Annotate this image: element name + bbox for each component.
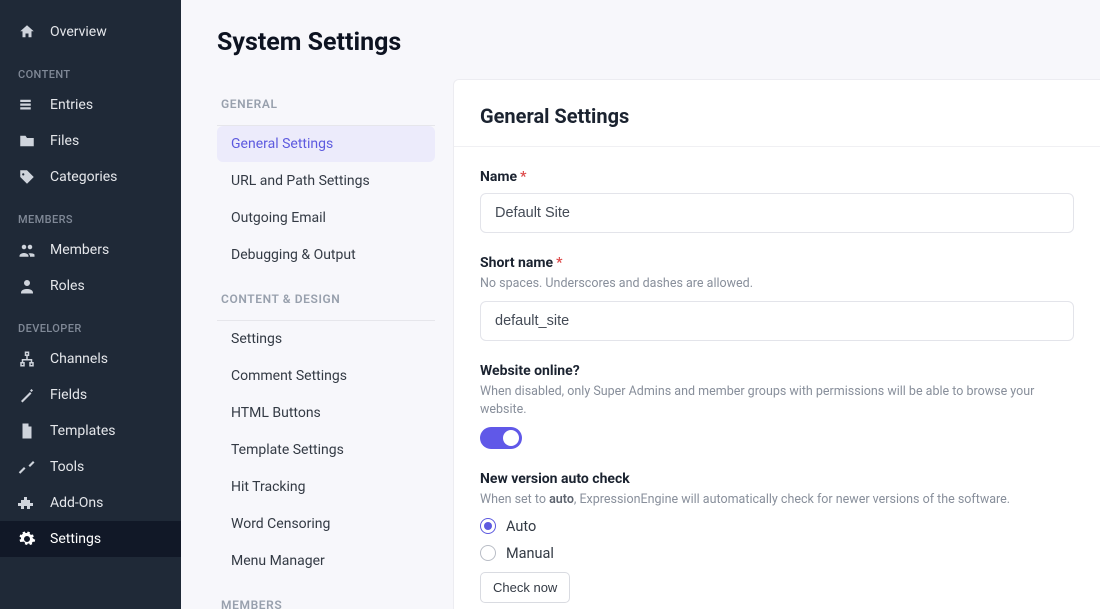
sidebar-item-fields[interactable]: Fields (0, 377, 181, 413)
sidebar-item-templates[interactable]: Templates (0, 413, 181, 449)
tag-icon (18, 168, 36, 186)
sidebar-item-label: Add-Ons (50, 495, 103, 511)
radio-indicator (480, 545, 496, 561)
subnav-item-url-path[interactable]: URL and Path Settings (217, 163, 435, 199)
required-indicator: * (520, 169, 526, 185)
sitemap-icon (18, 350, 36, 368)
sidebar-item-label: Channels (50, 351, 108, 367)
sidebar-item-label: Settings (50, 531, 101, 547)
field-label-text: Name (480, 169, 517, 185)
field-name: Name* (480, 169, 1074, 233)
field-short-name: Short name* No spaces. Underscores and d… (480, 255, 1074, 341)
radio-label: Manual (506, 545, 554, 562)
subnav-item-outgoing-email[interactable]: Outgoing Email (217, 200, 435, 236)
subnav-item-settings[interactable]: Settings (217, 321, 435, 357)
subnav-section-general: GENERAL (217, 79, 435, 119)
sidebar-item-members[interactable]: Members (0, 232, 181, 268)
radio-manual[interactable]: Manual (480, 545, 1074, 562)
subnav-item-hit-tracking[interactable]: Hit Tracking (217, 469, 435, 505)
sidebar-item-label: Templates (50, 423, 116, 439)
field-label-text: Website online? (480, 363, 1074, 379)
page-title: System Settings (181, 0, 1100, 79)
website-online-toggle[interactable] (480, 427, 522, 449)
puzzle-icon (18, 494, 36, 512)
gear-icon (18, 530, 36, 548)
user-icon (18, 277, 36, 295)
sidebar-item-label: Fields (50, 387, 87, 403)
sidebar-item-categories[interactable]: Categories (0, 159, 181, 195)
field-help: When disabled, only Super Admins and mem… (480, 383, 1074, 419)
sidebar-item-channels[interactable]: Channels (0, 341, 181, 377)
sidebar-item-tools[interactable]: Tools (0, 449, 181, 485)
required-indicator: * (556, 255, 562, 271)
field-website-online: Website online? When disabled, only Supe… (480, 363, 1074, 449)
radio-label: Auto (506, 518, 536, 535)
settings-panel: General Settings Name* Short name* No sp… (453, 79, 1100, 609)
sidebar-item-label: Categories (50, 169, 117, 185)
list-icon (18, 96, 36, 114)
short-name-input[interactable] (480, 301, 1074, 341)
sidebar-item-overview[interactable]: Overview (0, 14, 181, 50)
sidebar-item-label: Members (50, 242, 109, 258)
settings-subnav: GENERAL General Settings URL and Path Se… (181, 79, 453, 609)
field-label-text: Short name (480, 255, 553, 271)
sidebar-item-label: Entries (50, 97, 93, 113)
field-version-check: New version auto check When set to auto,… (480, 471, 1074, 602)
subnav-section-members: MEMBERS (217, 580, 435, 609)
subnav-item-comment-settings[interactable]: Comment Settings (217, 358, 435, 394)
sidebar-item-label: Roles (50, 278, 85, 294)
subnav-item-word-censoring[interactable]: Word Censoring (217, 506, 435, 542)
subnav-item-debugging[interactable]: Debugging & Output (217, 237, 435, 273)
sidebar-item-label: Tools (50, 459, 84, 475)
sidebar-item-addons[interactable]: Add-Ons (0, 485, 181, 521)
radio-auto[interactable]: Auto (480, 518, 1074, 535)
sidebar-item-label: Files (50, 133, 79, 149)
sidebar-item-files[interactable]: Files (0, 123, 181, 159)
sidebar-item-settings[interactable]: Settings (0, 521, 181, 557)
panel-title: General Settings (454, 80, 1100, 146)
field-help: When set to auto, ExpressionEngine will … (480, 491, 1074, 509)
subnav-item-html-buttons[interactable]: HTML Buttons (217, 395, 435, 431)
sidebar-section-developer: DEVELOPER (0, 304, 181, 341)
toggle-knob (503, 430, 519, 446)
subnav-item-menu-manager[interactable]: Menu Manager (217, 543, 435, 579)
field-help: No spaces. Underscores and dashes are al… (480, 275, 1074, 293)
radio-indicator (480, 518, 496, 534)
sidebar-item-label: Overview (50, 24, 107, 40)
name-input[interactable] (480, 193, 1074, 233)
users-icon (18, 241, 36, 259)
subnav-item-template-settings[interactable]: Template Settings (217, 432, 435, 468)
sidebar-item-roles[interactable]: Roles (0, 268, 181, 304)
primary-sidebar: Overview CONTENT Entries Files Categorie… (0, 0, 181, 609)
subnav-section-content-design: CONTENT & DESIGN (217, 274, 435, 314)
sidebar-item-entries[interactable]: Entries (0, 87, 181, 123)
subnav-item-general-settings[interactable]: General Settings (217, 126, 435, 162)
file-icon (18, 422, 36, 440)
home-icon (18, 23, 36, 41)
folder-icon (18, 132, 36, 150)
wand-icon (18, 386, 36, 404)
tools-icon (18, 458, 36, 476)
check-now-button[interactable]: Check now (480, 572, 570, 603)
sidebar-section-content: CONTENT (0, 50, 181, 87)
sidebar-section-members: MEMBERS (0, 195, 181, 232)
field-label-text: New version auto check (480, 471, 1074, 487)
